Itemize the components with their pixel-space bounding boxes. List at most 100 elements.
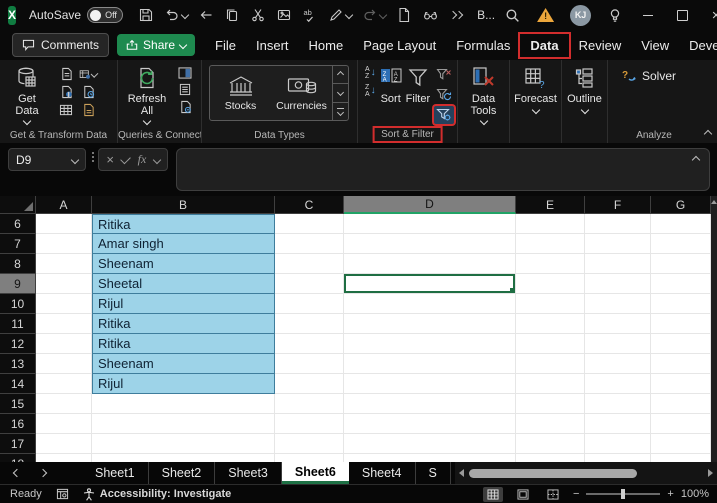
data-source-icon-2[interactable] bbox=[79, 67, 99, 82]
column-header-d[interactable]: D bbox=[344, 196, 516, 214]
normal-view-icon[interactable] bbox=[482, 486, 503, 502]
cell-e[interactable] bbox=[516, 294, 585, 314]
name-box-chevron[interactable] bbox=[70, 155, 80, 164]
column-header-f[interactable]: F bbox=[585, 196, 651, 214]
cell-a[interactable] bbox=[36, 274, 92, 294]
cell-e[interactable] bbox=[516, 374, 585, 394]
cell-e[interactable] bbox=[516, 214, 585, 234]
sort-ascending-button[interactable]: A Z ↓ bbox=[365, 66, 376, 80]
cell-g[interactable] bbox=[651, 334, 711, 354]
cell-f[interactable] bbox=[585, 214, 651, 234]
share-button[interactable]: Share bbox=[117, 34, 196, 56]
cell-b[interactable]: Rijul bbox=[92, 374, 275, 394]
cell-g[interactable] bbox=[651, 214, 711, 234]
accessibility-status[interactable]: Accessibility: Investigate bbox=[83, 487, 231, 501]
outline-button[interactable]: Outline bbox=[565, 64, 604, 115]
cell-b[interactable]: Sheetal bbox=[92, 274, 275, 294]
cell-d[interactable] bbox=[344, 454, 516, 462]
next-sheet-arrow[interactable] bbox=[38, 468, 48, 478]
zoom-in-button[interactable]: + bbox=[667, 488, 673, 500]
row-header[interactable]: 11 bbox=[0, 314, 36, 334]
cell-f[interactable] bbox=[585, 314, 651, 334]
cell-c[interactable] bbox=[275, 334, 344, 354]
expand-formula-bar-chevron[interactable] bbox=[691, 155, 701, 165]
cell-b[interactable]: Rijul bbox=[92, 294, 275, 314]
forecast-chevron[interactable] bbox=[531, 105, 540, 115]
read-aloud-icon[interactable] bbox=[422, 7, 440, 23]
cell-c[interactable] bbox=[275, 394, 344, 414]
cell-a[interactable] bbox=[36, 414, 92, 434]
cell-c[interactable] bbox=[275, 314, 344, 334]
cell-c[interactable] bbox=[275, 254, 344, 274]
cell-b[interactable] bbox=[92, 394, 275, 414]
cell-d[interactable] bbox=[344, 294, 516, 314]
get-data-chevron[interactable] bbox=[22, 116, 32, 126]
filter-button[interactable]: Filter bbox=[404, 64, 432, 106]
cell-a[interactable] bbox=[36, 214, 92, 234]
row-header[interactable]: 7 bbox=[0, 234, 36, 254]
refresh-all-button[interactable]: Refresh All bbox=[121, 64, 173, 126]
outline-chevron[interactable] bbox=[580, 105, 589, 115]
cell-b[interactable] bbox=[92, 454, 275, 462]
pen-icon[interactable] bbox=[328, 7, 354, 23]
zoom-out-button[interactable]: − bbox=[573, 488, 579, 500]
cell-a[interactable] bbox=[36, 394, 92, 414]
cell-e[interactable] bbox=[516, 314, 585, 334]
cell-c[interactable] bbox=[275, 354, 344, 374]
cell-e[interactable] bbox=[516, 254, 585, 274]
cell-b[interactable]: Ritika bbox=[92, 214, 275, 234]
cell-d[interactable] bbox=[344, 314, 516, 334]
cell-c[interactable] bbox=[275, 454, 344, 462]
ribbon-tab[interactable]: Insert bbox=[246, 34, 299, 57]
save-icon[interactable] bbox=[138, 7, 154, 23]
cell-c[interactable] bbox=[275, 274, 344, 294]
row-header[interactable]: 13 bbox=[0, 354, 36, 374]
cell-g[interactable] bbox=[651, 414, 711, 434]
scroll-up-arrow[interactable] bbox=[711, 200, 717, 204]
copy-icon[interactable] bbox=[224, 7, 240, 23]
cell-b[interactable] bbox=[92, 434, 275, 454]
column-header-b[interactable]: B bbox=[92, 196, 275, 214]
row-header[interactable]: 6 bbox=[0, 214, 36, 234]
zoom-slider-handle[interactable] bbox=[621, 489, 626, 499]
cell-g[interactable] bbox=[651, 314, 711, 334]
cell-d[interactable] bbox=[344, 214, 516, 234]
select-all-corner[interactable] bbox=[0, 196, 36, 214]
previous-sheet-arrow[interactable] bbox=[12, 468, 22, 478]
cut-icon[interactable] bbox=[250, 7, 266, 23]
cell-b[interactable]: Ritika bbox=[92, 314, 275, 334]
share-dropdown-chevron[interactable] bbox=[178, 40, 188, 50]
row-header[interactable]: 12 bbox=[0, 334, 36, 354]
row-header[interactable]: 10 bbox=[0, 294, 36, 314]
sheet-tab[interactable]: Sheet1 bbox=[82, 462, 149, 484]
macro-record-icon[interactable] bbox=[56, 488, 69, 500]
ribbon-tab[interactable]: Formulas bbox=[446, 34, 520, 57]
comments-button[interactable]: Comments bbox=[12, 33, 110, 57]
row-header[interactable]: 14 bbox=[0, 374, 36, 394]
scroll-right-arrow[interactable] bbox=[708, 469, 713, 477]
reapply-filter-button[interactable] bbox=[434, 86, 454, 104]
row-header[interactable]: 16 bbox=[0, 414, 36, 434]
maximize-icon[interactable] bbox=[673, 6, 691, 24]
cell-a[interactable] bbox=[36, 434, 92, 454]
sort-button[interactable]: ZAAZ Sort bbox=[378, 64, 404, 106]
cell-e[interactable] bbox=[516, 454, 585, 462]
cell-a[interactable] bbox=[36, 374, 92, 394]
cell-g[interactable] bbox=[651, 234, 711, 254]
cell-e[interactable] bbox=[516, 434, 585, 454]
cell-b[interactable]: Sheenam bbox=[92, 254, 275, 274]
ribbon-tab[interactable]: Review bbox=[569, 34, 632, 57]
cell-f[interactable] bbox=[585, 274, 651, 294]
cell-g[interactable] bbox=[651, 274, 711, 294]
cell-f[interactable] bbox=[585, 394, 651, 414]
cell-f[interactable] bbox=[585, 254, 651, 274]
ribbon-tab[interactable]: File bbox=[205, 34, 246, 57]
advanced-filter-button[interactable] bbox=[434, 106, 455, 124]
function-chevron[interactable] bbox=[152, 155, 161, 164]
cell-a[interactable] bbox=[36, 234, 92, 254]
cell-d[interactable] bbox=[344, 434, 516, 454]
data-source-2-chevron[interactable] bbox=[90, 70, 99, 78]
pen-dropdown-chevron[interactable] bbox=[344, 10, 354, 20]
currencies-button[interactable]: Currencies bbox=[271, 66, 332, 120]
sheet-tab[interactable]: Sheet2 bbox=[149, 462, 216, 484]
